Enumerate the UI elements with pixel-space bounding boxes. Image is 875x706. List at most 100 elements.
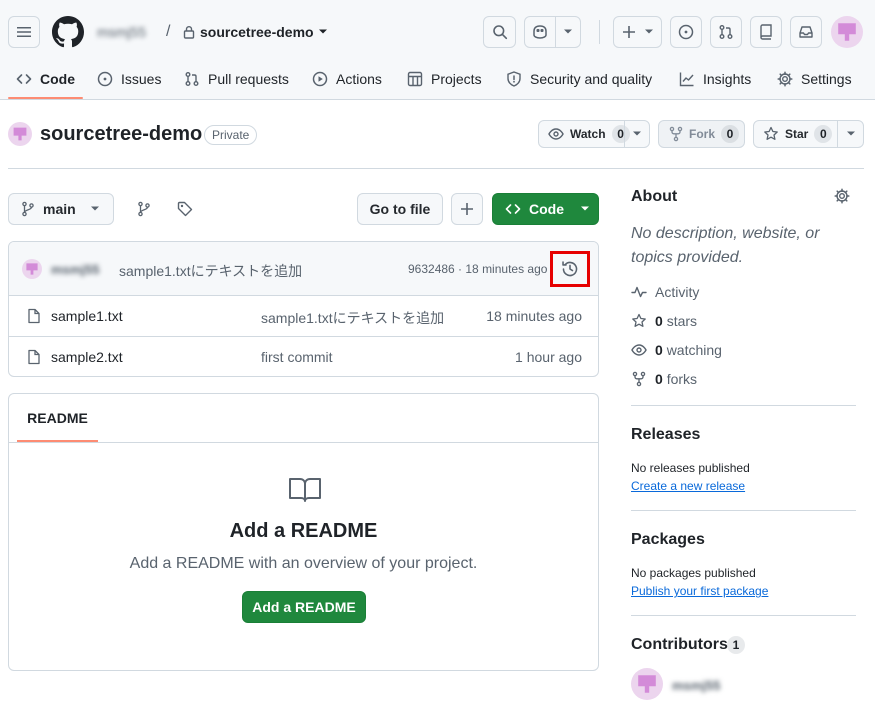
forks-label: forks — [666, 371, 698, 387]
branches-button[interactable] — [128, 193, 160, 225]
commit-history-button[interactable] — [550, 251, 590, 287]
commit-author[interactable]: msmj55 — [51, 262, 99, 277]
issues-button[interactable] — [670, 16, 702, 48]
go-to-file-button[interactable]: Go to file — [357, 193, 443, 225]
tab-code[interactable]: Code — [8, 60, 83, 99]
title-divider — [8, 168, 864, 169]
latest-commit-bar: msmj55 sample1.txtにテキストを追加 9632486 · 18 … — [9, 242, 598, 295]
file-icon — [28, 308, 40, 324]
stars-label: stars — [666, 313, 698, 329]
code-icon — [16, 74, 32, 84]
star-icon — [764, 126, 778, 140]
tab-settings[interactable]: Settings — [777, 60, 852, 98]
repositories-button[interactable] — [750, 16, 782, 48]
branch-icon — [22, 201, 34, 217]
plus-icon — [461, 203, 473, 215]
create-release-link[interactable]: Create a new release — [631, 479, 745, 493]
stars-link[interactable]: 0 stars — [631, 313, 697, 329]
tab-pull-requests[interactable]: Pull requests — [184, 60, 289, 98]
repo-title[interactable]: sourcetree-demo — [40, 123, 202, 146]
copilot-dropdown-chevron-icon[interactable] — [556, 28, 580, 36]
search-button[interactable] — [483, 16, 516, 48]
owner-name[interactable]: msmj55 — [97, 24, 146, 40]
file-name[interactable]: sample1.txt — [51, 308, 123, 324]
sidebar-divider — [631, 510, 856, 511]
star-label: Star — [785, 127, 809, 141]
play-icon — [312, 71, 328, 87]
issue-icon — [97, 71, 113, 87]
tab-issues[interactable]: Issues — [97, 60, 161, 98]
file-commit-message[interactable]: first commit — [261, 349, 333, 365]
watch-dropdown[interactable] — [624, 121, 649, 147]
plus-icon — [622, 26, 635, 38]
tab-security[interactable]: Security and quality — [506, 60, 652, 98]
table-row[interactable]: sample2.txt first commit 1 hour ago — [9, 336, 598, 376]
tab-label: Projects — [431, 71, 482, 87]
tag-icon — [177, 201, 193, 217]
branch-name: main — [43, 201, 76, 217]
sidebar-divider — [631, 405, 856, 406]
fork-icon — [632, 371, 646, 387]
watching-count: 0 — [655, 342, 663, 358]
fork-button[interactable]: Fork 0 — [658, 120, 745, 148]
issue-opened-icon — [678, 24, 694, 40]
watching-link[interactable]: 0 watching — [631, 342, 722, 358]
fork-count: 0 — [721, 125, 740, 143]
fork-label: Fork — [689, 127, 716, 141]
branch-selector[interactable]: main — [8, 193, 114, 225]
readme-tab[interactable]: README — [17, 394, 98, 442]
pull-requests-button[interactable] — [710, 16, 742, 48]
file-icon — [28, 349, 40, 365]
tab-projects[interactable]: Projects — [407, 60, 482, 98]
publish-package-link[interactable]: Publish your first package — [631, 584, 768, 598]
commit-author-avatar[interactable] — [22, 259, 42, 279]
chevron-down-icon — [644, 29, 653, 34]
header-repo-name[interactable]: sourcetree-demo — [200, 24, 314, 40]
releases-heading[interactable]: Releases — [631, 426, 700, 444]
tab-actions[interactable]: Actions — [312, 60, 382, 98]
repo-dropdown-chevron-icon[interactable] — [318, 28, 328, 36]
identicon-icon — [26, 263, 38, 275]
star-count: 0 — [814, 125, 833, 143]
tags-button[interactable] — [169, 193, 201, 225]
activity-link[interactable]: Activity — [631, 284, 699, 300]
star-dropdown[interactable] — [837, 121, 863, 147]
contributor-avatar[interactable] — [631, 668, 663, 700]
repo-icon — [760, 24, 772, 40]
add-file-button[interactable] — [451, 193, 483, 225]
user-avatar[interactable] — [831, 16, 863, 48]
latest-commit-message[interactable]: sample1.txtにテキストを追加 — [119, 261, 302, 281]
contributors-heading[interactable]: Contributors — [631, 636, 728, 654]
code-dropdown-button[interactable]: Code — [492, 193, 599, 225]
file-commit-time: 1 hour ago — [515, 349, 582, 365]
forks-link[interactable]: 0 forks — [631, 371, 697, 387]
eye-icon — [548, 128, 564, 140]
table-row[interactable]: sample1.txt sample1.txtにテキストを追加 18 minut… — [9, 295, 598, 336]
visibility-badge: Private — [204, 125, 258, 145]
create-new-button[interactable] — [613, 16, 662, 48]
pull-request-icon — [185, 72, 199, 86]
tab-label: Insights — [703, 71, 752, 87]
contributor-name[interactable]: msmj55 — [672, 678, 720, 693]
file-name[interactable]: sample2.txt — [51, 349, 123, 365]
menu-button[interactable] — [8, 16, 40, 48]
watch-button[interactable]: Watch 0 — [538, 120, 650, 148]
repo-owner-avatar[interactable] — [8, 122, 32, 146]
about-settings-gear-icon[interactable] — [834, 188, 850, 204]
identicon-icon — [638, 675, 656, 693]
latest-commit-meta[interactable]: 9632486 · 18 minutes ago — [408, 262, 547, 276]
star-button[interactable]: Star 0 — [753, 120, 864, 148]
pulse-icon — [631, 286, 647, 298]
tab-label: Security and quality — [530, 71, 653, 87]
readme-title: Add a README — [229, 520, 378, 542]
github-logo-icon[interactable] — [52, 16, 84, 48]
copilot-button[interactable] — [524, 16, 581, 48]
add-readme-button[interactable]: Add a README — [242, 591, 366, 623]
packages-heading[interactable]: Packages — [631, 531, 705, 549]
file-commit-message[interactable]: sample1.txtにテキストを追加 — [261, 308, 444, 328]
packages-empty: No packages published — [631, 566, 756, 580]
inbox-button[interactable] — [790, 16, 822, 48]
watching-label: watching — [666, 342, 722, 358]
table-icon — [407, 71, 423, 87]
tab-insights[interactable]: Insights — [679, 60, 751, 98]
